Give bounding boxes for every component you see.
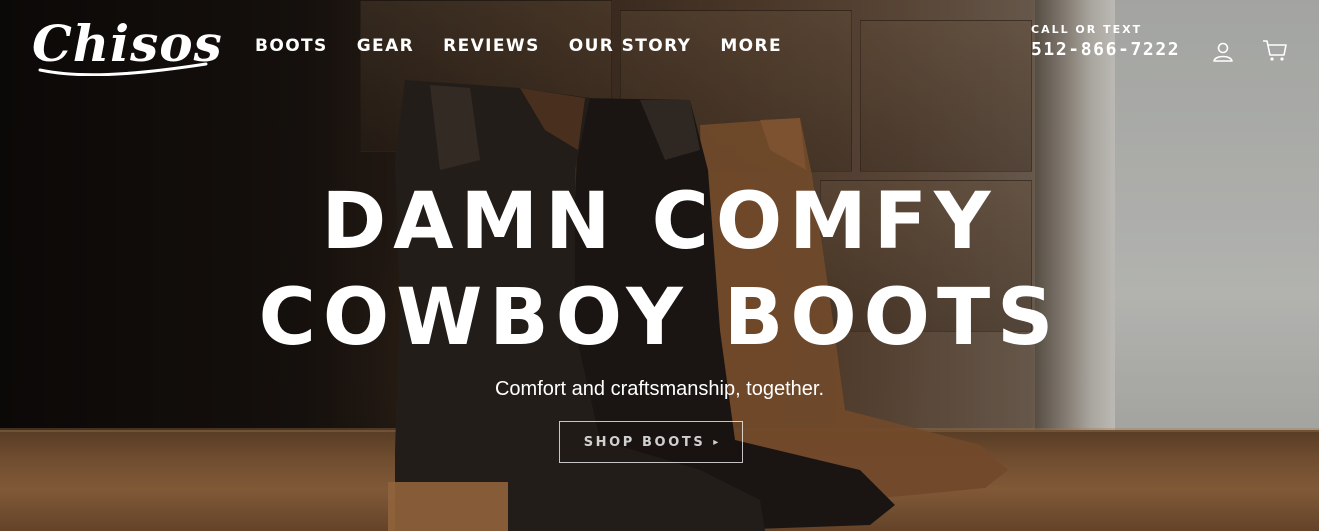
shop-boots-button[interactable]: SHOP BOOTS ▸	[559, 421, 743, 463]
nav-item-boots[interactable]: BOOTS	[255, 36, 328, 56]
hero-subheadline: Comfort and craftsmanship, together.	[494, 378, 825, 400]
shop-boots-label: SHOP BOOTS	[583, 434, 706, 450]
call-or-text-label: CALL OR TEXT	[1031, 23, 1143, 36]
account-button[interactable]	[1211, 40, 1237, 66]
nav-item-reviews[interactable]: REVIEWS	[443, 36, 540, 56]
cart-icon	[1263, 40, 1287, 61]
logo-swash	[38, 62, 208, 76]
hero-section: Chisos BOOTS GEAR REVIEWS OUR STORY MORE…	[0, 0, 1319, 531]
cart-button[interactable]	[1262, 38, 1288, 64]
nav-item-gear[interactable]: GEAR	[357, 36, 414, 56]
main-nav: BOOTS GEAR REVIEWS OUR STORY MORE	[255, 36, 811, 56]
hero-headline-line-2: COWBOY BOOTS	[258, 273, 1061, 363]
phone-number-link[interactable]: 512-866-7222	[1031, 39, 1180, 60]
arrow-right-icon: ▸	[713, 436, 719, 448]
hero-headline-line-1: DAMN COMFY	[321, 177, 998, 267]
nav-item-our-story[interactable]: OUR STORY	[569, 36, 692, 56]
user-icon	[1213, 42, 1233, 62]
nav-item-more[interactable]: MORE	[720, 36, 782, 56]
